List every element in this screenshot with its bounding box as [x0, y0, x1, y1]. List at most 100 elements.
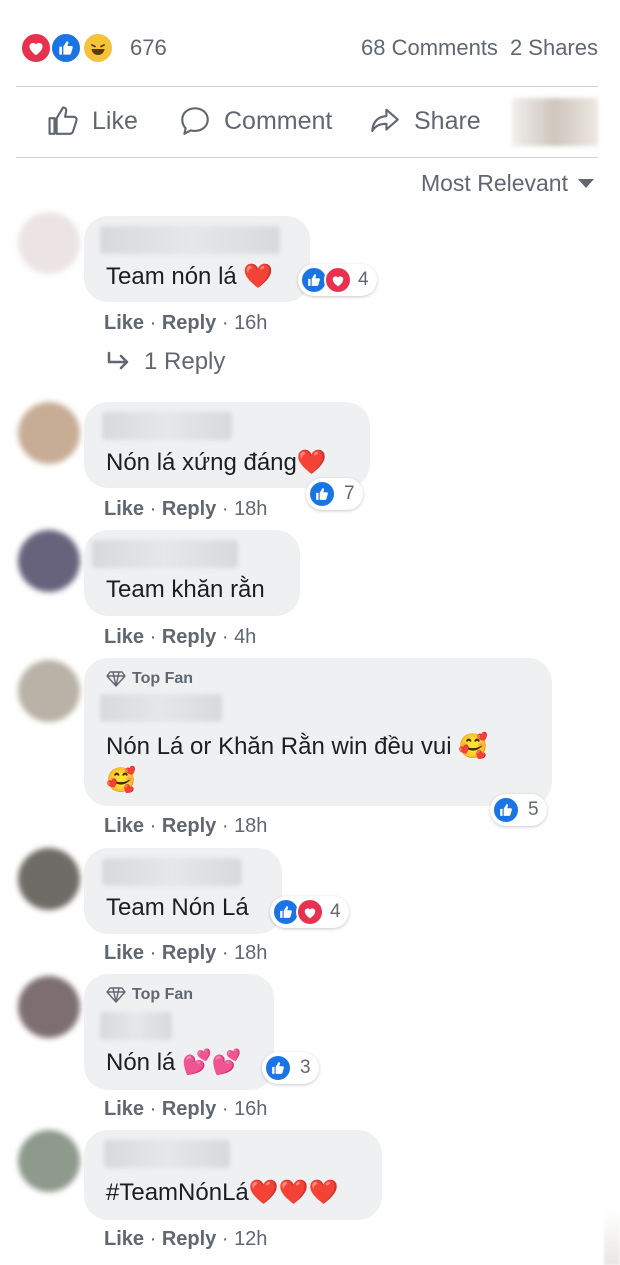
comment-meta: Like · Reply · 16h	[104, 312, 268, 334]
comment-reactions[interactable]: 5	[490, 794, 547, 826]
shares-count[interactable]: 2 Shares	[510, 35, 598, 60]
avatar[interactable]	[18, 976, 80, 1038]
reaction-count: 4	[330, 901, 341, 922]
comment-reply-link[interactable]: Reply	[162, 1228, 216, 1250]
comment-bubble: Team nón lá ❤️	[84, 216, 310, 302]
reaction-count: 4	[358, 269, 369, 290]
reaction-count: 5	[528, 799, 539, 820]
top-fan-label: Top Fan	[132, 986, 194, 1003]
profile-switcher-avatar[interactable]	[512, 98, 598, 146]
comment-reactions[interactable]: 3	[262, 1052, 319, 1084]
comment-like-link[interactable]: Like	[104, 1228, 144, 1250]
comment-meta: Like · Reply · 18h	[104, 942, 268, 964]
comment-meta: Like · Reply · 16h	[104, 1098, 268, 1120]
comment-time[interactable]: 16h	[234, 312, 267, 334]
comment-reply-link[interactable]: Reply	[162, 815, 216, 837]
reaction-count: 3	[300, 1057, 311, 1078]
replies-label: 1 Reply	[144, 348, 226, 375]
comment-time[interactable]: 18h	[234, 498, 267, 520]
comment-text-line2: 🥰	[106, 767, 136, 794]
comment-bubble: Top Fan Nón Lá or Khăn Rằn win đều vui 🥰…	[84, 658, 552, 806]
avatar[interactable]	[18, 212, 80, 274]
scroll-edge	[604, 1210, 620, 1265]
avatar[interactable]	[18, 1130, 80, 1192]
reaction-icons	[264, 1054, 292, 1082]
like-icon	[308, 480, 336, 508]
comment-like-link[interactable]: Like	[104, 312, 144, 334]
comment-like-link[interactable]: Like	[104, 815, 144, 837]
haha-icon	[82, 32, 114, 64]
reaction-count: 7	[344, 483, 355, 504]
comment-reactions[interactable]: 4	[298, 264, 377, 296]
like-icon	[50, 32, 82, 64]
commenter-name[interactable]	[102, 858, 242, 886]
reaction-count[interactable]: 676	[130, 35, 167, 61]
comment-like-link[interactable]: Like	[104, 942, 144, 964]
comment-like-link[interactable]: Like	[104, 626, 144, 648]
comment-time[interactable]: 18h	[234, 815, 267, 837]
reaction-summary[interactable]	[20, 32, 120, 64]
comment-time[interactable]: 16h	[234, 1098, 267, 1120]
comment-like-link[interactable]: Like	[104, 498, 144, 520]
share-button[interactable]: Share	[368, 104, 481, 138]
comment-meta: Like · Reply · 12h	[104, 1228, 268, 1250]
comment-reply-link[interactable]: Reply	[162, 1098, 216, 1120]
commenter-name[interactable]	[102, 412, 232, 440]
divider-bottom	[16, 157, 598, 158]
comment-like-link[interactable]: Like	[104, 1098, 144, 1120]
sort-label: Most Relevant	[420, 170, 568, 196]
caret-down-icon	[578, 179, 594, 188]
comment-reply-link[interactable]: Reply	[162, 312, 216, 334]
comment-sort-dropdown[interactable]: Most Relevant	[421, 170, 594, 197]
reaction-icons	[300, 266, 352, 294]
like-button[interactable]: Like	[46, 104, 138, 138]
commenter-name[interactable]	[100, 694, 222, 722]
comment-text: Nón lá 💕💕	[106, 1049, 242, 1076]
divider-top	[16, 86, 598, 87]
commenter-name[interactable]	[100, 1012, 172, 1040]
comment-meta: Like · Reply · 4h	[104, 626, 257, 648]
avatar[interactable]	[18, 848, 80, 910]
commenter-name[interactable]	[92, 540, 238, 568]
avatar[interactable]	[18, 660, 80, 722]
commenter-name[interactable]	[100, 226, 280, 254]
like-label: Like	[92, 106, 138, 135]
reaction-icons	[308, 480, 336, 508]
comment-button[interactable]: Comment	[178, 104, 332, 138]
comment-reactions[interactable]: 4	[270, 896, 349, 928]
avatar[interactable]	[18, 530, 80, 592]
comment-meta: Like · Reply · 18h	[104, 498, 268, 520]
comment-bubble: Nón lá xứng đáng❤️	[84, 402, 370, 488]
reaction-icons	[492, 796, 520, 824]
comment-reactions[interactable]: 7	[306, 478, 363, 510]
top-fan-badge: Top Fan	[106, 986, 193, 1004]
comment-bubble: Team Nón Lá	[84, 848, 282, 934]
comment-text-line1: Nón Lá or Khăn Rằn win đều vui 🥰	[106, 733, 489, 760]
comment-text: Team khăn rằn	[106, 576, 265, 603]
love-icon	[296, 898, 324, 926]
commenter-name[interactable]	[104, 1140, 230, 1168]
comment-reply-link[interactable]: Reply	[162, 498, 216, 520]
comment-time[interactable]: 18h	[234, 942, 267, 964]
thumbs-up-icon	[48, 106, 78, 135]
post-action-bar: Like Comment Share	[16, 90, 598, 156]
comment-text: #TeamNónLá❤️❤️❤️	[106, 1179, 339, 1206]
love-icon	[324, 266, 352, 294]
speech-bubble-icon	[181, 107, 209, 135]
avatar[interactable]	[18, 402, 80, 464]
top-fan-badge: Top Fan	[106, 670, 193, 688]
comment-time[interactable]: 4h	[234, 626, 256, 648]
comments-count[interactable]: 68 Comments	[361, 35, 498, 60]
diamond-icon	[106, 671, 126, 687]
share-arrow-icon	[371, 108, 399, 132]
comment-text: Team Nón Lá	[106, 894, 249, 921]
like-icon	[264, 1054, 292, 1082]
comment-reply-link[interactable]: Reply	[162, 942, 216, 964]
reaction-icons	[272, 898, 324, 926]
comment-reply-link[interactable]: Reply	[162, 626, 216, 648]
post-stats: 676 68 Comments 2 Shares	[20, 30, 598, 66]
comment-bubble: Team khăn rằn	[84, 530, 300, 616]
comment-time[interactable]: 12h	[234, 1228, 267, 1250]
comment-meta: Like · Reply · 18h	[104, 815, 268, 837]
view-replies-link[interactable]: 1 Reply	[106, 348, 225, 376]
